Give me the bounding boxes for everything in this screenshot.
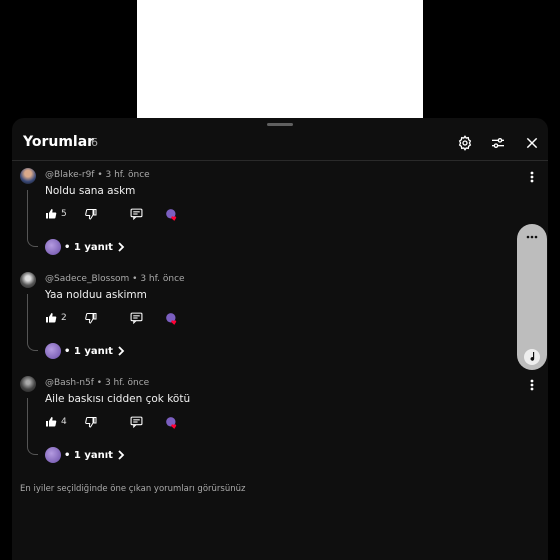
replies-toggle[interactable]: • 1 yanıt — [45, 239, 125, 255]
comment-author[interactable]: @Blake-r9f — [45, 170, 94, 180]
thumbs-down-icon — [85, 417, 97, 428]
avatar[interactable] — [20, 376, 36, 392]
reply-avatar — [45, 343, 61, 359]
footer-note: En iyiler seçildiğinde öne çıkan yorumla… — [20, 484, 246, 494]
thumbs-down-icon — [85, 313, 97, 324]
dislike-button[interactable] — [85, 416, 97, 428]
reply-icon — [130, 208, 143, 220]
replies-label: • 1 yanıt — [64, 345, 113, 357]
reply-button[interactable] — [130, 312, 143, 324]
comment-time: 3 hf. önce — [104, 378, 150, 388]
close-button[interactable] — [522, 133, 542, 153]
thread-line — [27, 190, 38, 247]
creator-heart-badge — [165, 416, 179, 430]
video-area — [0, 0, 560, 118]
vertical-dots-icon — [530, 171, 534, 183]
sheet-title: Yorumlar — [23, 134, 95, 150]
sheet-header: Yorumlar 6 — [12, 118, 548, 161]
comment-author[interactable]: @Bash-n5f — [45, 378, 94, 388]
comment-meta: @Blake-r9f • 3 hf. önce — [45, 170, 150, 180]
horizontal-dots-icon — [526, 235, 538, 239]
thumbs-up-icon — [46, 209, 57, 219]
gear-icon — [458, 135, 472, 151]
like-count: 2 — [61, 313, 67, 323]
avatar[interactable] — [20, 272, 36, 288]
like-button[interactable]: 2 — [45, 312, 67, 324]
like-button[interactable]: 5 — [45, 208, 67, 220]
vertical-dots-icon — [530, 379, 534, 391]
floating-side-panel[interactable] — [517, 224, 547, 370]
reply-avatar — [45, 447, 61, 463]
reply-button[interactable] — [130, 416, 143, 428]
comment-text: Yaa nolduu askimm — [45, 289, 147, 301]
like-button[interactable]: 4 — [45, 416, 67, 428]
replies-label: • 1 yanıt — [64, 241, 113, 253]
replies-toggle[interactable]: • 1 yanıt — [45, 343, 125, 359]
filter-sliders-icon — [492, 138, 504, 148]
like-count: 4 — [61, 417, 67, 427]
avatar[interactable] — [20, 168, 36, 184]
comments-sheet: Yorumlar 6 @Blake-r9f • 3 hf. önce Noldu… — [12, 118, 548, 560]
reply-icon — [130, 416, 143, 428]
reply-button[interactable] — [130, 208, 143, 220]
chevron-right-icon — [118, 346, 125, 356]
music-note-button[interactable] — [524, 349, 540, 365]
thumbs-down-icon — [85, 209, 97, 220]
creator-heart-icon — [166, 313, 177, 325]
creator-heart-icon — [166, 209, 177, 221]
reply-avatar — [45, 239, 61, 255]
comment-meta: @Bash-n5f • 3 hf. önce — [45, 378, 150, 388]
creator-heart-icon — [166, 417, 177, 429]
comment-time: 3 hf. önce — [105, 170, 150, 180]
like-count: 5 — [61, 209, 67, 219]
comment-text: Noldu sana askm — [45, 185, 136, 197]
filter-button[interactable] — [488, 133, 508, 153]
comment-more-button[interactable] — [525, 378, 539, 392]
close-icon — [526, 137, 538, 149]
video-frame[interactable] — [137, 0, 423, 118]
comment-meta: @Sadece_Blossom • 3 hf. önce — [45, 274, 185, 284]
comment-count: 6 — [91, 136, 98, 149]
replies-toggle[interactable]: • 1 yanıt — [45, 447, 125, 463]
reply-icon — [130, 312, 143, 324]
creator-heart-badge — [165, 312, 179, 326]
side-panel-more-button[interactable] — [517, 230, 547, 244]
dislike-button[interactable] — [85, 312, 97, 324]
thumbs-up-icon — [46, 417, 57, 427]
creator-heart-badge — [165, 208, 179, 222]
chevron-right-icon — [118, 242, 125, 252]
comment-author[interactable]: @Sadece_Blossom — [45, 274, 129, 284]
dislike-button[interactable] — [85, 208, 97, 220]
thumbs-up-icon — [46, 313, 57, 323]
music-note-icon — [530, 352, 534, 361]
replies-label: • 1 yanıt — [64, 449, 113, 461]
thread-line — [27, 398, 38, 455]
comment-time: 3 hf. önce — [140, 274, 185, 284]
comment-more-button[interactable] — [525, 170, 539, 184]
thread-line — [27, 294, 38, 351]
chevron-right-icon — [118, 450, 125, 460]
settings-button[interactable] — [455, 133, 475, 153]
comment-text: Aile baskısı cidden çok kötü — [45, 393, 191, 405]
